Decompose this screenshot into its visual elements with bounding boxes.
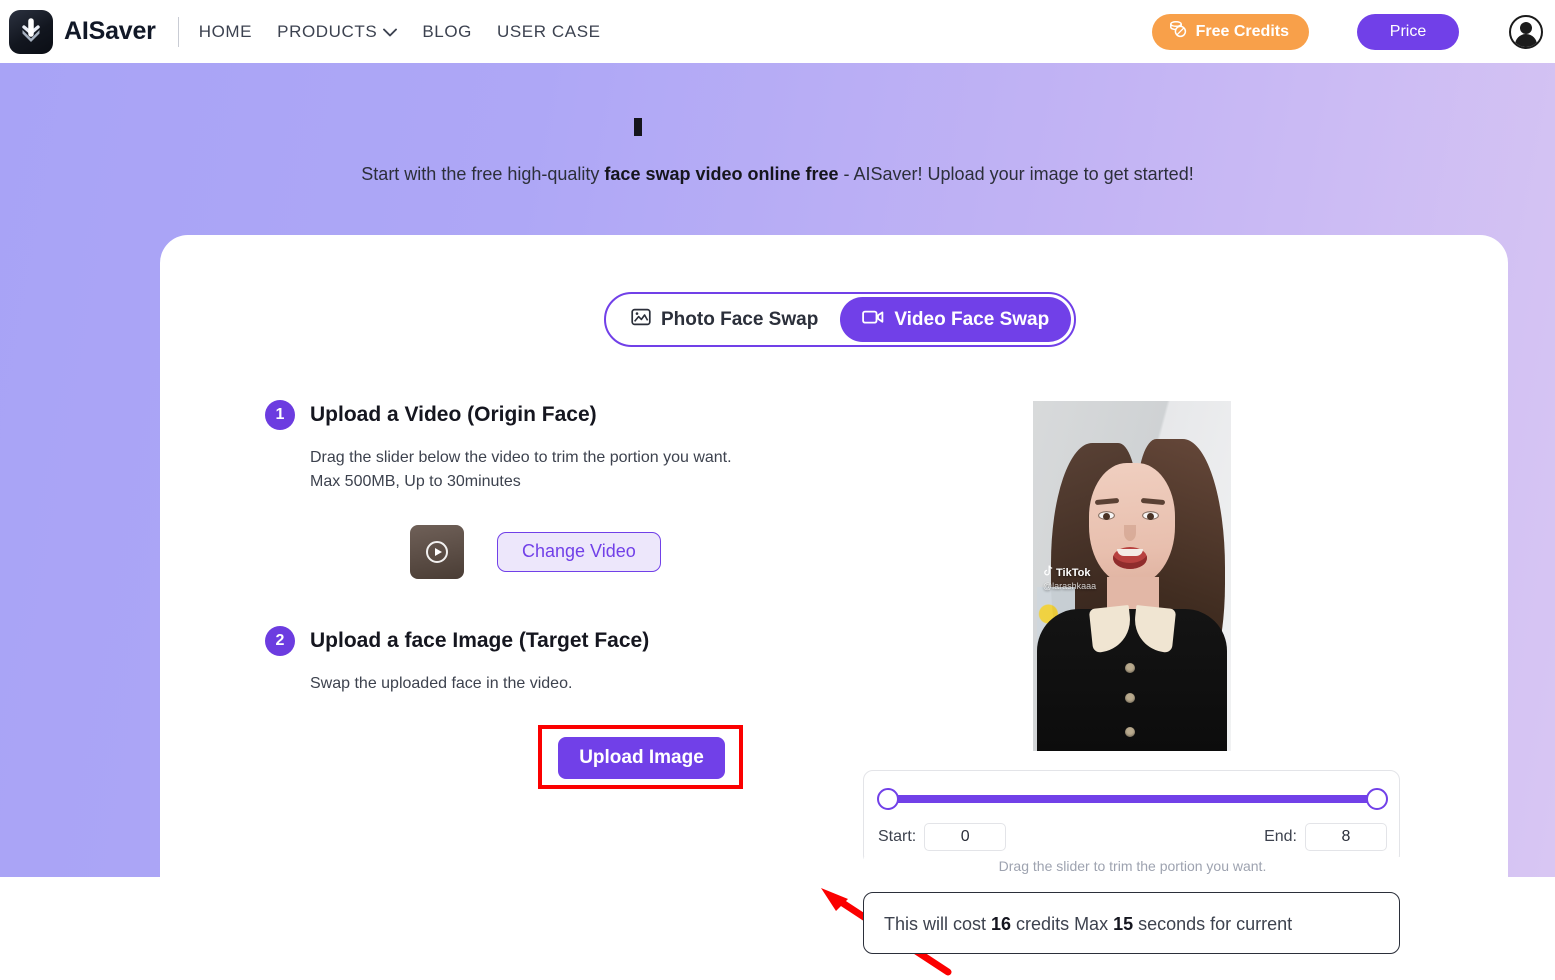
trim-bounds: Start: End: [878, 823, 1387, 851]
cost-notice-text: This will cost 16 credits Max 15 seconds… [884, 914, 1292, 935]
upload-image-area: Upload Image [538, 724, 743, 789]
tab-video-face-swap[interactable]: Video Face Swap [840, 297, 1072, 342]
nav-item-home[interactable]: HOME [199, 22, 252, 42]
step-1-desc-line-2: Max 500MB, Up to 30minutes [310, 473, 521, 491]
face-swap-card: Photo Face Swap Video Face Swap 1 Upload… [160, 235, 1508, 976]
avatar-head [1520, 21, 1532, 34]
range-slider[interactable] [877, 788, 1388, 810]
step-1-header: 1 Upload a Video (Origin Face) [265, 400, 825, 430]
coins-icon [1168, 20, 1188, 43]
preview-button-1 [1125, 663, 1135, 673]
change-video-button[interactable]: Change Video [497, 531, 661, 572]
nav-label-blog: BLOG [422, 21, 472, 41]
start-input[interactable] [924, 823, 1007, 851]
end-input[interactable] [1305, 823, 1387, 851]
video-camera-icon [862, 308, 884, 332]
step-2: 2 Upload a face Image (Target Face) Swap… [265, 625, 825, 789]
nav-label-user-case: USER CASE [496, 21, 601, 41]
step-1-description: Drag the slider below the video to trim … [310, 446, 825, 495]
image-icon [631, 307, 651, 333]
slider-track [888, 795, 1377, 803]
step-2-badge: 2 [265, 625, 295, 656]
brand-logo[interactable]: AISaver [9, 9, 156, 54]
tiktok-watermark-label: TikTok [1056, 566, 1091, 579]
price-button[interactable]: Price [1357, 13, 1459, 50]
download-arrow-logo-icon [9, 9, 53, 54]
trim-slider-card: Start: End: Drag the slider to trim the … [863, 770, 1401, 875]
step-2-description: Swap the uploaded face in the video. [310, 674, 573, 692]
avatar-body [1515, 33, 1537, 47]
tiktok-note-icon [1043, 565, 1053, 580]
cost-middle: credits Max [1011, 914, 1114, 934]
hero-subtitle-bold: face swap video online free [604, 164, 839, 184]
chevron-down-icon [383, 22, 398, 42]
preview-teeth [1117, 549, 1143, 556]
slider-hint: Drag the slider to trim the portion you … [864, 857, 1401, 875]
tiktok-watermark: TikTok [1043, 565, 1090, 580]
step-2-header: 2 Upload a face Image (Target Face) [265, 625, 825, 656]
video-preview[interactable]: TikTok @larashkaaa [1033, 401, 1231, 751]
step-1: 1 Upload a Video (Origin Face) Drag the … [265, 400, 825, 579]
upload-image-button[interactable]: Upload Image [558, 736, 725, 779]
end-field-group: End: [1264, 823, 1387, 851]
brand-name: AISaver [64, 17, 156, 45]
step-1-title: Upload a Video (Origin Face) [310, 403, 597, 426]
main-nav: HOME PRODUCTS BLOG USER CASE [199, 22, 601, 42]
hero-subtitle-suffix: - AISaver! Upload your image to get star… [838, 164, 1194, 184]
end-label: End: [1264, 828, 1297, 845]
preview-eye-right [1142, 511, 1159, 520]
tab-video-label: Video Face Swap [894, 308, 1050, 330]
site-header: AISaver HOME PRODUCTS BLOG USER CASE Fre… [0, 0, 1555, 63]
header-divider [177, 16, 179, 47]
preview-button-3 [1125, 727, 1135, 737]
nav-item-user-case[interactable]: USER CASE [497, 22, 601, 42]
slider-handle-start[interactable] [877, 788, 899, 810]
free-credits-label: Free Credits [1195, 22, 1289, 40]
tab-photo-label: Photo Face Swap [661, 308, 819, 330]
start-label: Start: [878, 828, 917, 845]
tiktok-handle: @larashkaaa [1043, 581, 1097, 591]
user-avatar-icon[interactable] [1509, 14, 1543, 49]
hero-background: Start with the free high-quality face sw… [0, 63, 1555, 976]
steps-column: 1 Upload a Video (Origin Face) Drag the … [265, 400, 825, 789]
nav-item-products[interactable]: PRODUCTS [277, 21, 398, 42]
nav-label-products: PRODUCTS [277, 21, 378, 41]
step-2-title: Upload a face Image (Target Face) [310, 628, 650, 652]
step-1-desc-line-1: Drag the slider below the video to trim … [310, 449, 732, 466]
hero-subtitle-prefix: Start with the free high-quality [361, 164, 605, 184]
uploaded-video-row: Change Video [410, 524, 825, 579]
cost-prefix: This will cost [884, 914, 992, 934]
cost-seconds: 15 [1113, 914, 1134, 934]
nav-label-home: HOME [198, 21, 253, 41]
cost-credits: 16 [991, 914, 1012, 934]
step-1-badge: 1 [265, 400, 295, 430]
nav-item-blog[interactable]: BLOG [422, 22, 472, 42]
start-field-group: Start: [878, 823, 1007, 851]
slider-handle-end[interactable] [1366, 788, 1388, 810]
cost-suffix: seconds for current [1133, 914, 1293, 934]
video-thumbnail[interactable] [410, 524, 464, 579]
tab-photo-face-swap[interactable]: Photo Face Swap [609, 297, 840, 342]
preview-eye-left [1098, 511, 1115, 520]
header-actions: Free Credits Price [1151, 0, 1555, 63]
mode-toggle: Photo Face Swap Video Face Swap [604, 292, 1077, 347]
preview-button-2 [1125, 693, 1135, 703]
play-icon [426, 540, 448, 563]
hero-subtitle: Start with the free high-quality face sw… [0, 164, 1555, 185]
free-credits-button[interactable]: Free Credits [1151, 13, 1309, 50]
preview-nose [1124, 525, 1136, 541]
clipped-page-heading [634, 118, 642, 136]
cost-notice-card: This will cost 16 credits Max 15 seconds… [863, 892, 1400, 954]
